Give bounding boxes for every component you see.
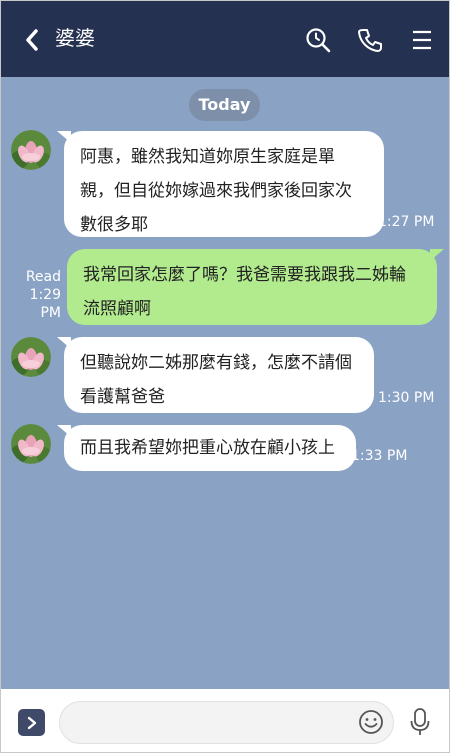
phone-icon — [358, 29, 382, 52]
avatar[interactable] — [11, 424, 51, 464]
avatar[interactable] — [11, 130, 51, 170]
chevron-right-icon — [27, 716, 36, 729]
incoming-message-bubble[interactable]: 但聽說妳二姊那麼有錢，怎麼不請個看護幫爸爸 — [57, 337, 374, 413]
chat-title: 婆婆 — [55, 26, 95, 50]
outgoing-message-bubble[interactable]: 我常回家怎麼了嗎？我爸需要我跟我二姊輪流照顧啊 — [67, 249, 444, 325]
call-button[interactable] — [355, 25, 385, 55]
message-input[interactable] — [59, 701, 394, 744]
avatar[interactable] — [11, 337, 51, 377]
message-text: 而且我希望妳把重心放在顧小孩上 — [80, 438, 335, 458]
expand-button[interactable] — [18, 709, 45, 736]
menu-icon — [413, 30, 431, 50]
read-label: Read — [25, 269, 61, 285]
incoming-message-bubble[interactable]: 阿惠，雖然我知道妳原生家庭是單親，但自從妳嫁過來我們家後回家次數很多耶 — [57, 131, 384, 237]
lotus-avatar-icon — [11, 337, 51, 377]
search-button[interactable] — [303, 25, 333, 55]
lotus-avatar-icon — [11, 424, 51, 464]
message-text: 但聽說妳二姊那麼有錢，怎麼不請個看護幫爸爸 — [80, 353, 352, 407]
microphone-icon — [410, 708, 430, 735]
search-icon — [306, 28, 331, 53]
message-time: 1:33 PM — [351, 448, 408, 464]
composer-bar — [1, 689, 449, 752]
chat-header: 婆婆 — [1, 1, 449, 77]
smiley-icon — [359, 710, 383, 734]
chevron-left-icon — [26, 29, 38, 51]
voice-button[interactable] — [406, 706, 434, 738]
lotus-avatar-icon — [11, 130, 51, 170]
message-list[interactable]: Today 阿惠，雖然我知道妳原生家庭是單親，但自從妳嫁過來我們家後回家次數很多… — [1, 77, 449, 689]
read-receipt: Read 1:29 PM — [13, 268, 61, 322]
menu-button[interactable] — [407, 25, 437, 55]
message-time: 1:29 PM — [29, 287, 61, 321]
emoji-button[interactable] — [357, 708, 385, 736]
back-button[interactable] — [19, 25, 45, 55]
message-time: 1:30 PM — [378, 390, 435, 406]
date-separator: Today — [189, 89, 260, 121]
incoming-message-bubble[interactable]: 而且我希望妳把重心放在顧小孩上 — [57, 425, 356, 471]
message-text: 阿惠，雖然我知道妳原生家庭是單親，但自從妳嫁過來我們家後回家次數很多耶 — [80, 147, 352, 235]
chat-window: 婆婆 Today 阿惠，雖然我知道妳原生家庭是單親，但自從妳嫁過來我們家後回家次… — [0, 0, 450, 753]
message-text: 我常回家怎麼了嗎？我爸需要我跟我二姊輪流照顧啊 — [83, 265, 406, 319]
message-time: 1:27 PM — [378, 214, 435, 230]
